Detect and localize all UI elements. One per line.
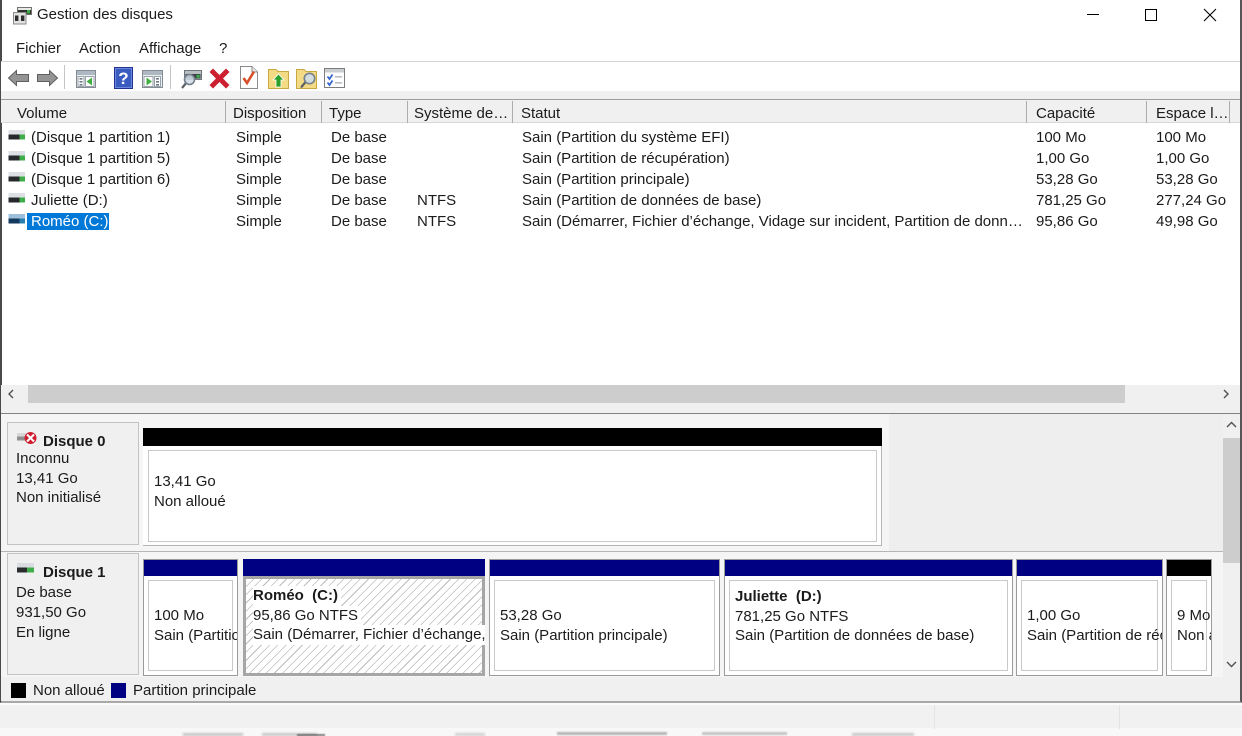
svg-text:?: ? (118, 69, 128, 88)
